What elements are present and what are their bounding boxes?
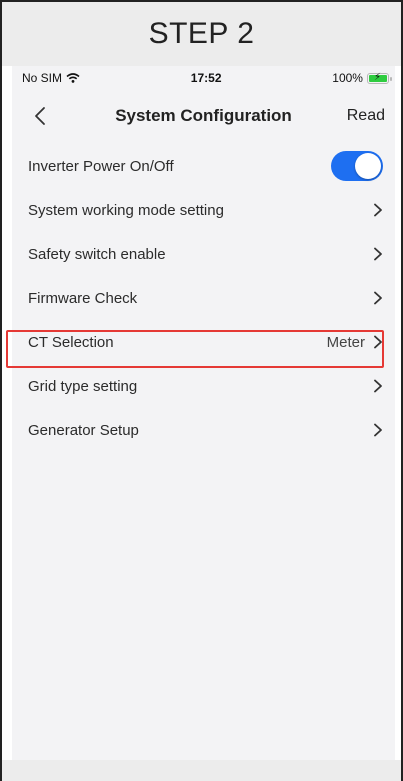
list-item-safety-switch[interactable]: Safety switch enable <box>12 232 395 276</box>
phone-screen: No SIM 17:52 100% ⚡ System Configuration <box>6 66 395 762</box>
chevron-right-icon <box>374 291 382 305</box>
battery-icon: ⚡ <box>366 72 392 84</box>
list-item-label: System working mode setting <box>28 201 224 219</box>
chevron-right-icon <box>374 423 382 437</box>
back-button[interactable] <box>20 96 60 136</box>
chevron-right-icon <box>374 335 382 349</box>
chevron-right-icon <box>374 247 382 261</box>
footer-strip <box>2 760 401 781</box>
page-title: System Configuration <box>115 106 292 125</box>
list-item-inverter-power[interactable]: Inverter Power On/Off <box>12 144 395 188</box>
step-title: STEP 2 <box>2 2 401 66</box>
chevron-right-icon <box>374 203 382 217</box>
settings-list: Inverter Power On/Off System working mod… <box>12 144 395 452</box>
ct-selection-value: Meter <box>326 333 365 351</box>
list-item-generator-setup[interactable]: Generator Setup <box>12 408 395 452</box>
list-item-label: Generator Setup <box>28 421 139 439</box>
list-item-label: CT Selection <box>28 333 114 351</box>
status-time: 17:52 <box>190 71 222 85</box>
read-button[interactable]: Read <box>347 107 385 125</box>
list-item-label: Safety switch enable <box>28 245 166 263</box>
battery-percent: 100% <box>332 71 363 85</box>
wifi-icon <box>66 73 80 83</box>
navigation-bar: System Configuration Read <box>12 96 395 136</box>
list-item-label: Firmware Check <box>28 289 138 307</box>
inverter-power-toggle[interactable] <box>331 151 383 181</box>
screenshot-frame: STEP 2 No SIM 17:52 100% ⚡ System Config… <box>0 0 403 781</box>
list-item-label: Inverter Power On/Off <box>28 157 174 175</box>
chevron-right-icon <box>374 379 382 393</box>
list-item-system-working-mode[interactable]: System working mode setting <box>12 188 395 232</box>
list-item-ct-selection[interactable]: CT Selection Meter <box>12 320 395 364</box>
list-item-label: Grid type setting <box>28 377 138 395</box>
carrier-label: No SIM <box>22 71 63 85</box>
status-bar: No SIM 17:52 100% ⚡ <box>12 66 395 90</box>
list-item-grid-type-setting[interactable]: Grid type setting <box>12 364 395 408</box>
chevron-left-icon <box>35 107 45 125</box>
list-item-firmware-check[interactable]: Firmware Check <box>12 276 395 320</box>
